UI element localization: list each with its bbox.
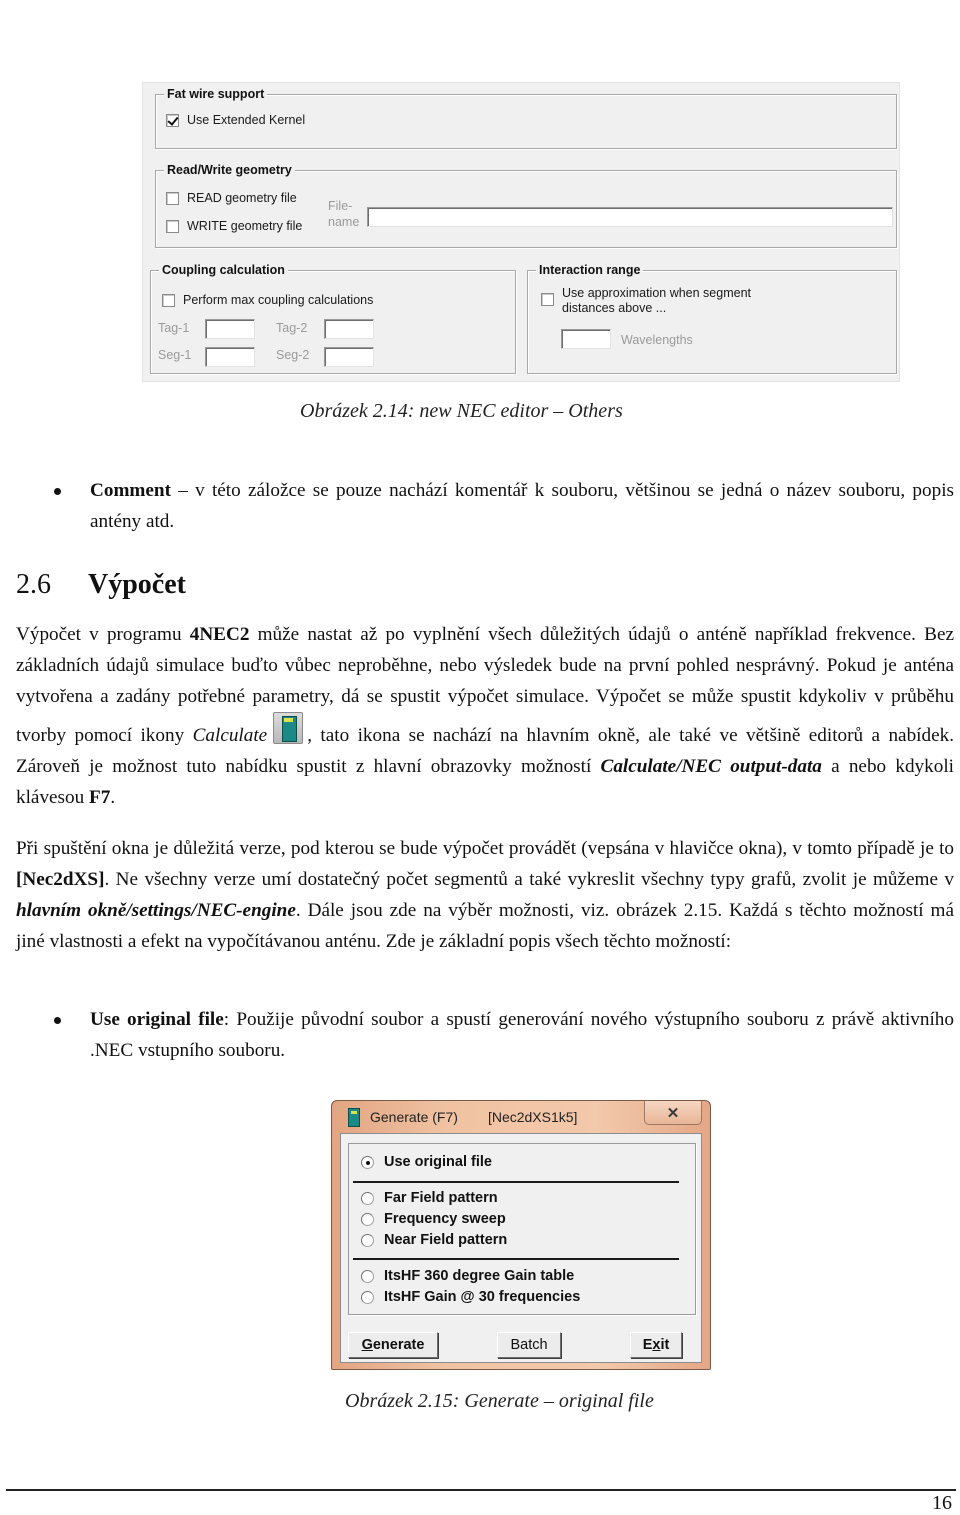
max-coupling-label: Perform max coupling calculations (183, 293, 374, 307)
text-run: . (110, 787, 116, 808)
read-geometry-checkbox-row[interactable]: READ geometry file (166, 191, 297, 205)
option-near-field-pattern[interactable]: Near Field pattern (361, 1232, 507, 1248)
calculator-icon (273, 712, 304, 744)
approximation-label-line1: Use approximation when segment (562, 286, 751, 300)
option-frequency-sweep[interactable]: Frequency sweep (361, 1211, 506, 1227)
close-button[interactable]: ✕ (644, 1101, 702, 1125)
comment-text: – v této záložce se pouze nachází koment… (90, 480, 954, 532)
hotkey: F7 (89, 787, 111, 808)
comment-term: Comment (90, 480, 171, 501)
menu-path: Calculate/NEC output-data (600, 756, 822, 777)
exit-button[interactable]: Ex it (630, 1332, 682, 1358)
extended-kernel-checkbox-row[interactable]: Use Extended Kernel (166, 113, 305, 127)
seg2-input[interactable] (324, 347, 374, 367)
engine-label: [Nec2dXS1k5] (487, 1109, 578, 1125)
radio-unselected[interactable] (361, 1290, 374, 1304)
generate-window: Generate (F7) [Nec2dXS1k5] ✕ Use origina… (331, 1100, 711, 1370)
generate-button[interactable]: Generate (348, 1332, 438, 1358)
tag1-label: Tag-1 (158, 321, 190, 335)
option-label: Use original file (384, 1154, 492, 1170)
approximation-checkbox[interactable] (541, 293, 554, 306)
option-label: Far Field pattern (384, 1190, 498, 1206)
bullet-icon (54, 488, 61, 495)
section-title: Výpočet (88, 569, 186, 600)
tag2-input[interactable] (324, 319, 374, 339)
seg2-label: Seg-2 (276, 348, 310, 362)
paragraph-vypocet-intro: Výpočet v programu 4NEC2 může nastat až … (16, 619, 954, 813)
option-label: Near Field pattern (384, 1232, 508, 1248)
section-heading: 2.6 Výpočet (16, 565, 186, 605)
coupling-calculation-group: Coupling calculation Perform max couplin… (150, 262, 516, 374)
window-client-area: Use original file Far Field pattern Freq… (340, 1133, 702, 1363)
tag1-input[interactable] (205, 319, 255, 339)
window-title-text: Generate (F7) (370, 1109, 458, 1125)
write-geometry-label: WRITE geometry file (187, 219, 303, 233)
figure-2-14-caption: Obrázek 2.14: new NEC editor – Others (300, 400, 623, 422)
filename-input[interactable] (367, 207, 893, 227)
max-coupling-checkbox[interactable] (162, 293, 175, 307)
seg1-label: Seg-1 (158, 348, 192, 362)
section-number: 2.6 (16, 569, 51, 600)
seg1-input[interactable] (205, 347, 255, 367)
write-geometry-checkbox[interactable] (166, 219, 179, 233)
radio-unselected[interactable] (361, 1269, 374, 1283)
calculate-term: Calculate (192, 725, 268, 746)
text-run: . Ne všechny verze umí dostatečný počet … (104, 869, 954, 890)
nec-editor-others-screenshot: Fat wire support Use Extended Kernel Rea… (142, 82, 900, 382)
option-itshf-gain-30-frequencies[interactable]: ItsHF Gain @ 30 frequencies (361, 1289, 580, 1305)
filename-label-line2: name (328, 215, 360, 229)
group-title: Read/Write geometry (164, 162, 295, 178)
use-original-file-bullet-item: Use original file: Použije původní soubo… (54, 1004, 954, 1066)
settings-path: hlavním okně/settings/NEC-engine (16, 900, 296, 921)
interaction-range-group: Interaction range Use approximation when… (527, 262, 897, 374)
option-use-original-file[interactable]: Use original file (361, 1154, 492, 1170)
wavelengths-input[interactable] (561, 329, 611, 349)
option-label: ItsHF Gain @ 30 frequencies (384, 1289, 581, 1305)
option-far-field-pattern[interactable]: Far Field pattern (361, 1190, 498, 1206)
text-run: Výpočet v programu (16, 624, 190, 645)
close-icon: ✕ (666, 1104, 680, 1122)
option-itshf-360-gain-table[interactable]: ItsHF 360 degree Gain table (361, 1268, 574, 1284)
separator (353, 1258, 679, 1260)
separator (353, 1181, 679, 1183)
wavelengths-label: Wavelengths (621, 333, 693, 347)
page-number: 16 (932, 1492, 952, 1514)
radio-unselected[interactable] (361, 1233, 374, 1247)
radio-selected[interactable] (361, 1155, 374, 1169)
read-write-geometry-group: Read/Write geometry READ geometry file W… (155, 162, 897, 248)
engine-name: [Nec2dXS] (16, 869, 105, 890)
extended-kernel-label: Use Extended Kernel (187, 113, 306, 127)
radio-unselected[interactable] (361, 1212, 374, 1226)
write-geometry-checkbox-row[interactable]: WRITE geometry file (166, 219, 302, 233)
figure-2-15-caption: Obrázek 2.15: Generate – original file (345, 1390, 654, 1412)
window-title: Generate (F7) [Nec2dXS1k5] (370, 1109, 577, 1125)
approximation-label-line2: distances above ... (562, 301, 667, 315)
option-label: Frequency sweep (384, 1211, 506, 1227)
calculator-icon (348, 1108, 360, 1127)
read-geometry-label: READ geometry file (187, 191, 297, 205)
use-original-term: Use original file (90, 1009, 224, 1030)
footer-divider (6, 1489, 956, 1491)
bullet-icon (54, 1017, 61, 1024)
batch-button[interactable]: Batch (497, 1332, 561, 1358)
read-geometry-checkbox[interactable] (166, 191, 179, 205)
max-coupling-checkbox-row[interactable]: Perform max coupling calculations (162, 293, 373, 307)
extended-kernel-checkbox[interactable] (166, 113, 179, 127)
text-run: Při spuštění okna je důležitá verze, pod… (16, 838, 954, 859)
paragraph-engine-version: Při spuštění okna je důležitá verze, pod… (16, 833, 954, 957)
fat-wire-support-group: Fat wire support Use Extended Kernel (155, 86, 897, 149)
filename-label-line1: File- (328, 199, 353, 213)
group-title: Fat wire support (164, 86, 268, 102)
group-title: Interaction range (536, 262, 644, 278)
option-label: ItsHF 360 degree Gain table (384, 1268, 575, 1284)
program-name: 4NEC2 (189, 624, 250, 645)
radio-unselected[interactable] (361, 1191, 374, 1205)
comment-bullet-item: Comment – v této záložce se pouze nacház… (54, 475, 954, 537)
tag2-label: Tag-2 (276, 321, 308, 335)
group-title: Coupling calculation (159, 262, 288, 278)
generate-options-panel: Use original file Far Field pattern Freq… (348, 1143, 696, 1315)
